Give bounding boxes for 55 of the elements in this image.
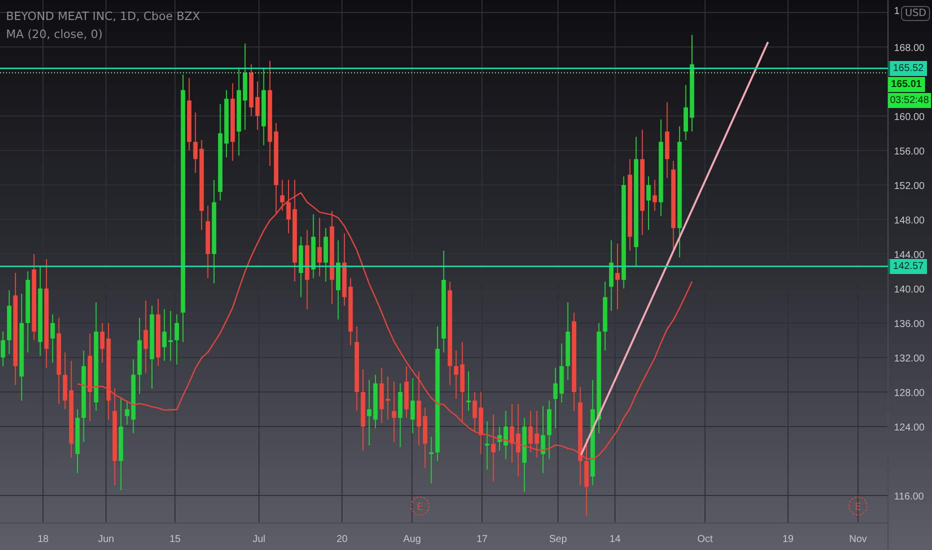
chart-title: BEYOND MEAT INC, 1D, Cboe BZX [6,9,200,23]
time-axis-label: Jul [252,534,266,545]
horizontal-level-line[interactable] [0,266,888,268]
earnings-marker[interactable]: E [848,496,868,516]
horizontal-level-line[interactable] [0,68,888,70]
price-axis-label: 144.00 [894,250,925,261]
time-axis-label: 20 [336,534,348,545]
time-axis-label: 18 [37,534,49,545]
candlestick [510,404,514,464]
candlestick [472,392,477,432]
candlestick [367,379,372,446]
candlestick [0,331,6,367]
candlestick [255,81,260,130]
candlestick [609,240,614,312]
time-axis-label: Aug [403,534,421,545]
earnings-marker[interactable]: E [410,496,430,516]
time-axis-label: 15 [169,534,181,545]
candlestick [324,228,328,282]
candlestick [652,179,657,212]
candlestick [547,400,552,460]
trend-line[interactable] [580,42,769,456]
price-axis-label: 160.00 [894,112,925,123]
price-axis-label: 128.00 [894,388,925,399]
candlestick [75,408,80,474]
candlestick [615,243,620,310]
candlestick [398,382,402,448]
price-axis-label: 168.00 [894,43,925,54]
time-axis-label: 19 [782,534,794,545]
time-axis-label: 14 [609,534,621,545]
time-axis-label: 17 [476,534,488,545]
price-tag: 165.01 [888,77,925,92]
price-tag: 165.52 [888,61,927,76]
price-tag: 03:52:48 [888,93,931,108]
time-axis-label: Nov [849,534,867,545]
candlestick [684,84,688,141]
price-tag: 142.57 [888,259,927,274]
price-axis-label: 116.00 [894,492,924,502]
price-axis-label: 136.00 [894,319,925,330]
indicator-label: MA (20, close, 0) [6,27,104,41]
price-axis-label: 140.00 [894,284,925,296]
price-axis-label: 156.00 [894,146,925,158]
candlestick [429,436,434,484]
price-axis-label: 124.00 [894,422,925,434]
price-axis-label: 148.00 [894,216,925,226]
time-axis-label: Oct [697,534,713,545]
candlestick [7,290,12,355]
candlestick [504,410,508,460]
candlestick [174,314,179,365]
price-axis-label: 1 [894,6,900,17]
candlestick [249,64,254,116]
price-axis-label: 152.00 [894,181,925,192]
time-axis-label: Sep [549,534,567,545]
time-axis-label: Jun [98,534,114,545]
price-axis-label: 132.00 [894,354,925,364]
currency-label[interactable]: USD [901,6,930,21]
